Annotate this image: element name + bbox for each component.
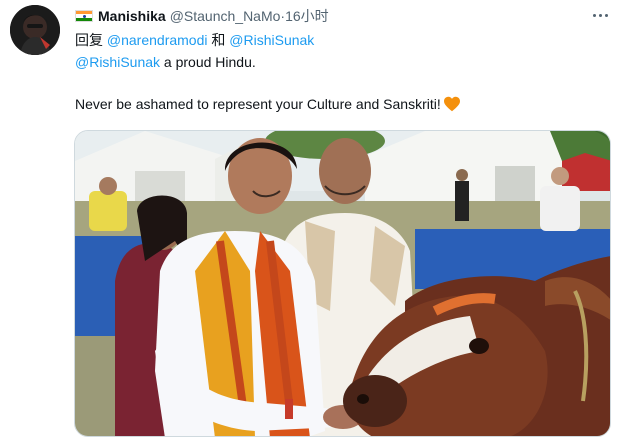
body-text-1: a proud Hindu. — [160, 54, 256, 70]
reply-mention-rishisunak[interactable]: @RishiSunak — [229, 32, 314, 48]
tweet: Manishika @Staunch_NaMo · 16小时 回复 @naren… — [0, 0, 640, 445]
avatar[interactable] — [10, 5, 60, 55]
india-flag-icon — [75, 10, 93, 22]
reply-mention-narendramodi[interactable]: @narendramodi — [107, 32, 208, 48]
tweet-text-line-2: Never be ashamed to represent your Cultu… — [75, 96, 461, 115]
author-handle[interactable]: @Staunch_NaMo — [170, 8, 281, 24]
author-display-name[interactable]: Manishika — [98, 8, 166, 24]
tweet-photo[interactable] — [74, 130, 611, 437]
body-mention-rishisunak[interactable]: @RishiSunak — [75, 54, 160, 70]
body-text-2: Never be ashamed to represent your Cultu… — [75, 96, 441, 112]
reply-prefix: 回复 — [75, 32, 103, 48]
tweet-header: Manishika @Staunch_NaMo · 16小时 — [75, 6, 600, 26]
orange-heart-icon — [443, 96, 461, 115]
more-options-icon[interactable] — [590, 6, 610, 24]
reply-conjunction: 和 — [211, 32, 226, 48]
tweet-timestamp[interactable]: 16小时 — [285, 6, 329, 26]
reply-context: 回复 @narendramodi 和 @RishiSunak — [75, 30, 314, 50]
tweet-text-line-1: @RishiSunak a proud Hindu. — [75, 54, 256, 70]
